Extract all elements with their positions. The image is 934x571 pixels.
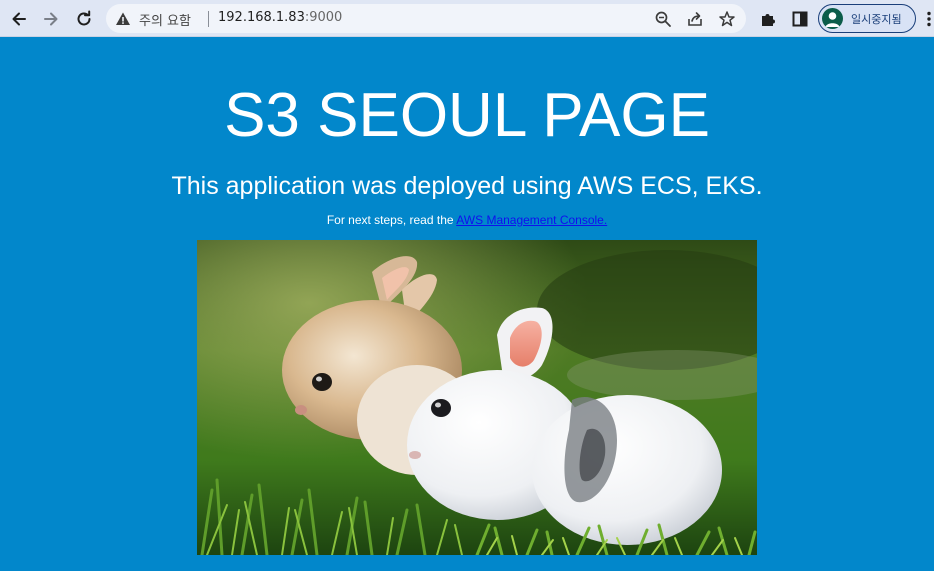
side-panel-icon bbox=[792, 11, 808, 27]
star-icon[interactable] bbox=[718, 10, 736, 28]
page-content: S3 SEOUL PAGE This application was deplo… bbox=[0, 37, 934, 571]
avatar bbox=[822, 8, 843, 29]
back-button[interactable] bbox=[6, 6, 32, 32]
page-subtitle: This application was deployed using AWS … bbox=[171, 172, 763, 200]
address-bar[interactable]: 주의 요함 192.168.1.83:9000 bbox=[106, 4, 746, 33]
rabbits-photo bbox=[197, 240, 757, 555]
reload-icon bbox=[77, 10, 91, 26]
profile-button[interactable]: 일시중지됨 bbox=[818, 4, 916, 33]
menu-icon bbox=[927, 11, 931, 27]
forward-icon bbox=[44, 12, 58, 26]
browser-toolbar: 주의 요함 192.168.1.83:9000 일시중지됨 bbox=[0, 0, 934, 37]
side-panel-button[interactable] bbox=[787, 6, 813, 32]
profile-status-label: 일시중지됨 bbox=[851, 13, 902, 26]
security-status-label[interactable]: 주의 요함 bbox=[139, 10, 191, 29]
menu-button[interactable] bbox=[922, 6, 934, 32]
avatar-icon bbox=[825, 12, 840, 27]
url-host: 192.168.1.83 bbox=[218, 10, 305, 25]
forward-button[interactable] bbox=[38, 6, 64, 32]
zoom-icon[interactable] bbox=[654, 10, 672, 28]
share-icon[interactable] bbox=[686, 10, 704, 28]
url-text[interactable]: 192.168.1.83:9000 bbox=[218, 10, 342, 25]
extensions-icon bbox=[762, 14, 775, 26]
back-icon bbox=[12, 12, 26, 26]
aws-console-link[interactable]: AWS Management Console. bbox=[456, 213, 607, 227]
url-port: :9000 bbox=[304, 10, 343, 25]
address-separator bbox=[208, 11, 209, 27]
next-steps-text: For next steps, read the bbox=[326, 213, 457, 227]
page-title: S3 SEOUL PAGE bbox=[224, 81, 710, 150]
extensions-button[interactable] bbox=[755, 6, 781, 32]
reload-button[interactable] bbox=[71, 6, 97, 32]
next-steps-note: For next steps, read the AWS Management … bbox=[0, 213, 934, 228]
warning-icon[interactable] bbox=[115, 11, 131, 27]
